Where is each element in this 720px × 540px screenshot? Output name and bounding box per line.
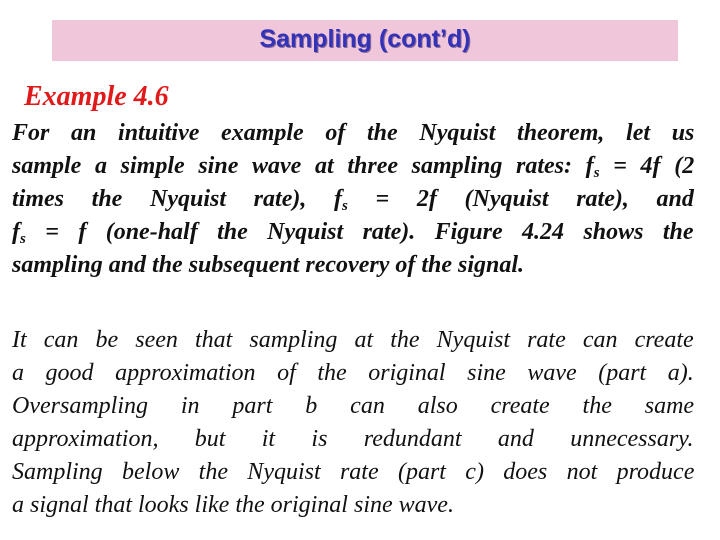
line-text: For an intuitive example of the Nyquist … — [12, 120, 695, 146]
paragraph-line: sample a simple sine wave at three sampl… — [12, 150, 694, 183]
line-text: f — [12, 219, 20, 245]
paragraph-sampling-explanation: It can be seen that sampling at the Nyqu… — [12, 324, 694, 522]
line-text: sample a simple sine wave at three sampl… — [12, 153, 594, 179]
slide-title-bar: Sampling (cont’d) — [52, 20, 678, 61]
paragraph-line: For an intuitive example of the Nyquist … — [12, 117, 694, 150]
example-heading: Example 4.6 — [24, 81, 169, 112]
paragraph-line: Oversampling in part b can also create t… — [12, 393, 695, 419]
slide-title: Sampling (cont’d) — [259, 25, 471, 53]
line-text: sampling and the subsequent recovery of … — [12, 252, 525, 278]
paragraph-line: It can be seen that sampling at the Nyqu… — [12, 327, 694, 353]
paragraph-line: times the Nyquist rate), fs = 2f (Nyquis… — [12, 183, 694, 216]
paragraph-line: sampling and the subsequent recovery of … — [12, 249, 694, 282]
paragraph-line: Sampling below the Nyquist rate (part c)… — [12, 459, 695, 485]
paragraph-line: a good approximation of the original sin… — [12, 360, 694, 386]
line-text: = 4f (2 — [599, 153, 695, 179]
paragraph-line: a signal that looks like the original si… — [12, 492, 454, 518]
paragraph-line: approximation, but it is redundant and u… — [12, 426, 694, 452]
line-text: = 2f (Nyquist rate), and — [347, 186, 694, 212]
line-text: = f (one-half the Nyquist rate). Figure … — [25, 219, 694, 245]
line-text: times the Nyquist rate), f — [12, 186, 342, 212]
paragraph-line: fs = f (one-half the Nyquist rate). Figu… — [12, 216, 694, 249]
paragraph-nyquist-intro: For an intuitive example of the Nyquist … — [12, 117, 694, 282]
